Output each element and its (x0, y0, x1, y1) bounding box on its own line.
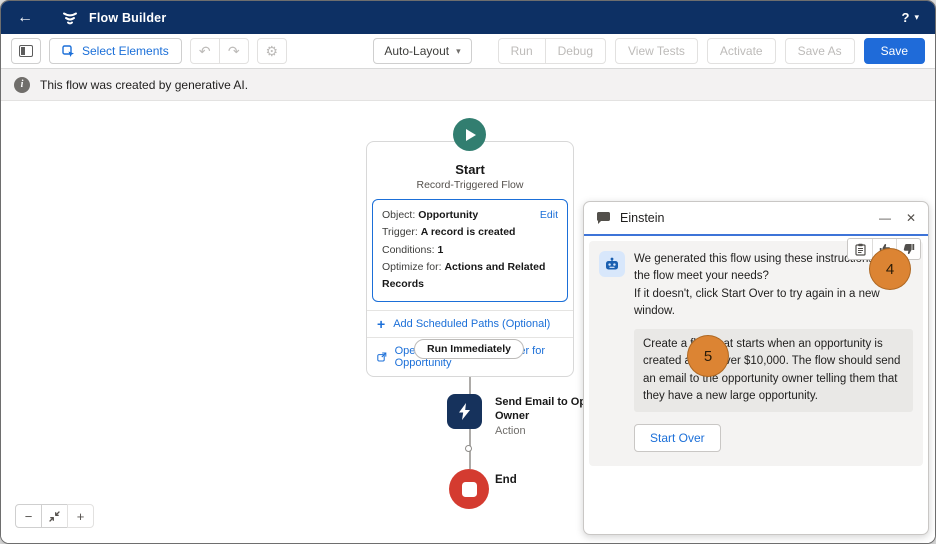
field-label: Conditions: (382, 244, 435, 256)
end-node-label: End (495, 474, 517, 486)
minimize-icon[interactable]: — (879, 211, 891, 225)
start-node-title: Start (367, 162, 573, 177)
chevron-down-icon: ▾ (914, 12, 919, 23)
external-link-icon (377, 351, 387, 363)
run-immediately-pill[interactable]: Run Immediately (414, 339, 524, 359)
zoom-out-button[interactable]: − (15, 504, 42, 528)
flow-builder-logo-icon (61, 9, 79, 27)
activate-button[interactable]: Activate (707, 38, 776, 64)
redo-button[interactable]: ↷ (219, 38, 249, 64)
connector-add-point[interactable] (465, 445, 472, 452)
layout-selector-dropdown[interactable]: Auto-Layout ▾ (373, 38, 471, 64)
flow-builder-window: ← Flow Builder ? ▾ Sele (0, 0, 936, 544)
einstein-message-text: We generated this flow using these instr… (634, 251, 913, 452)
lightning-bolt-icon (457, 403, 472, 420)
run-button[interactable]: Run (498, 38, 546, 64)
message-line-2: If it doesn't, click Start Over to try a… (634, 286, 913, 321)
save-as-button[interactable]: Save As (785, 38, 855, 64)
select-elements-icon (62, 45, 75, 58)
detail-row-conditions: Conditions: 1 (382, 242, 558, 259)
run-debug-group: Run Debug (498, 38, 606, 64)
select-elements-label: Select Elements (82, 44, 169, 58)
stop-icon (462, 482, 477, 497)
flow-instructions-box: Create a flow that starts when an opport… (634, 329, 913, 412)
select-elements-button[interactable]: Select Elements (49, 38, 182, 64)
debug-button[interactable]: Debug (545, 38, 606, 64)
zoom-fit-button[interactable] (41, 504, 68, 528)
einstein-avatar-icon (599, 251, 625, 277)
field-value: Opportunity (418, 209, 478, 221)
start-over-button[interactable]: Start Over (634, 424, 721, 452)
minus-icon: − (25, 509, 33, 524)
redo-icon: ↷ (228, 44, 240, 58)
plus-icon: + (77, 509, 85, 524)
app-title: Flow Builder (89, 11, 166, 25)
start-trigger-details[interactable]: Object: Opportunity Edit Trigger: A reco… (372, 199, 568, 302)
toolbar: Select Elements ↶ ↷ ⚙ Auto-Layout ▾ Run … (1, 34, 935, 69)
panel-toggle-icon (19, 45, 33, 57)
copy-icon (855, 243, 866, 256)
add-scheduled-paths-link[interactable]: + Add Scheduled Paths (Optional) (367, 310, 573, 337)
annotation-badge-4: 4 (869, 248, 911, 290)
back-arrow-icon[interactable]: ← (17, 9, 39, 27)
field-value: 1 (437, 244, 443, 256)
undo-button[interactable]: ↶ (190, 38, 220, 64)
end-node[interactable] (449, 469, 489, 509)
help-icon: ? (902, 10, 910, 25)
flow-settings-button[interactable]: ⚙ (257, 38, 287, 64)
help-menu[interactable]: ? ▾ (902, 10, 919, 25)
play-icon (466, 129, 476, 141)
field-label: Object: (382, 209, 415, 221)
field-label: Optimize for: (382, 261, 442, 273)
send-email-action-node[interactable] (447, 394, 482, 429)
einstein-chat-icon (596, 211, 611, 225)
field-label: Trigger: (382, 226, 418, 238)
top-navbar: ← Flow Builder ? ▾ (1, 1, 935, 34)
flow-canvas[interactable]: Start Record-Triggered Flow Object: Oppo… (1, 101, 935, 543)
robot-icon (604, 256, 620, 272)
zoom-in-button[interactable]: + (67, 504, 94, 528)
field-value: A record is created (421, 226, 516, 238)
layout-selector-label: Auto-Layout (384, 44, 449, 58)
einstein-panel-header[interactable]: Einstein — ✕ (584, 202, 928, 236)
detail-row-optimize: Optimize for: Actions and Related Record… (382, 259, 558, 294)
chevron-down-icon: ▾ (456, 46, 461, 57)
undo-redo-group: ↶ ↷ (190, 38, 249, 64)
einstein-panel-title: Einstein (620, 211, 664, 225)
start-node-subtitle: Record-Triggered Flow (367, 179, 573, 191)
close-icon[interactable]: ✕ (906, 211, 916, 225)
edit-link[interactable]: Edit (540, 207, 558, 224)
detail-row-trigger: Trigger: A record is created (382, 224, 558, 241)
toggle-panel-button[interactable] (11, 38, 41, 64)
copy-button[interactable] (848, 239, 872, 259)
start-node-icon[interactable] (453, 118, 486, 151)
generative-ai-banner: i This flow was created by generative AI… (1, 69, 935, 101)
gear-icon: ⚙ (265, 44, 278, 58)
undo-icon: ↶ (199, 44, 211, 58)
save-button[interactable]: Save (864, 38, 925, 64)
zoom-controls: − + (15, 504, 94, 528)
annotation-badge-5: 5 (687, 335, 729, 377)
fit-view-icon (49, 511, 60, 522)
add-scheduled-paths-label: Add Scheduled Paths (Optional) (393, 318, 550, 330)
info-icon: i (14, 77, 30, 93)
banner-text: This flow was created by generative AI. (40, 78, 248, 92)
detail-row-object: Object: Opportunity Edit (382, 207, 558, 224)
plus-icon: + (377, 319, 385, 329)
panel-window-controls: — ✕ (879, 211, 916, 225)
view-tests-button[interactable]: View Tests (615, 38, 698, 64)
